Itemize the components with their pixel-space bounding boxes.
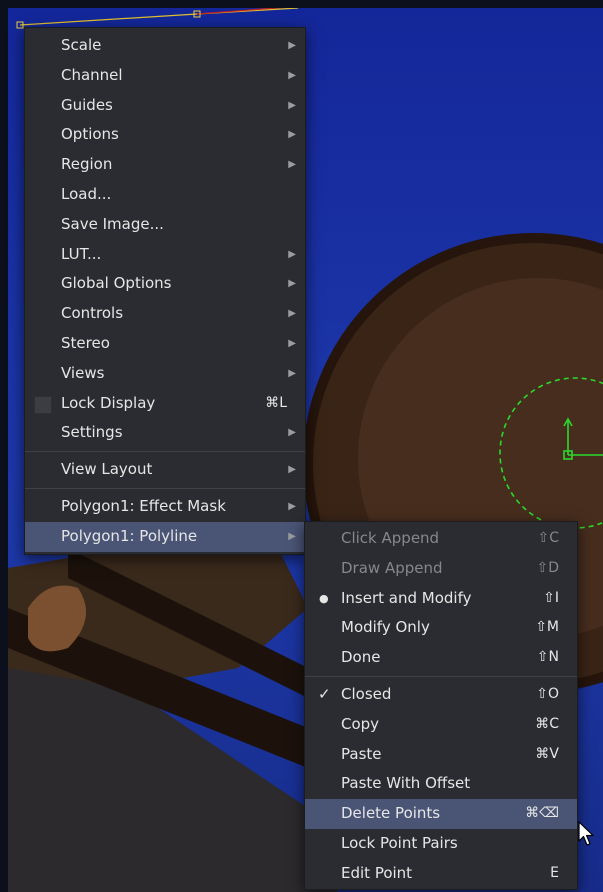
menu-item-label: Scale <box>61 36 102 54</box>
menu-item-label: Global Options <box>61 274 172 293</box>
menu-item-shortcut: ⇧N <box>536 649 559 666</box>
menu-item-shortcut: ⌘V <box>535 745 559 762</box>
menu-item-shortcut: E <box>550 864 559 881</box>
submenu-arrow-icon: ▶ <box>288 40 296 51</box>
submenu-arrow-icon: ▶ <box>288 464 296 476</box>
menu-item-label: Paste With Offset <box>341 774 471 793</box>
menu-item-stereo[interactable]: Stereo ▶ <box>25 329 305 359</box>
submenu-arrow-icon: ▶ <box>288 500 296 512</box>
menu-separator <box>305 675 577 677</box>
submenu-item-copy[interactable]: Copy ⌘C <box>305 710 577 740</box>
menu-item-load[interactable]: Load... <box>25 180 305 210</box>
submenu-item-insert-and-modify[interactable]: ● Insert and Modify ⇧I <box>305 584 577 614</box>
menu-item-label: Save Image... <box>61 214 164 233</box>
menu-item-label: Load... <box>61 184 112 203</box>
menu-item-label: Done <box>341 648 381 667</box>
menu-item-shortcut: ⇧O <box>536 685 559 702</box>
menu-item-label: Copy <box>341 714 380 733</box>
menu-item-options[interactable]: Options ▶ <box>25 120 305 150</box>
polygon-mask-line-red <box>196 8 284 15</box>
menu-item-shortcut: ⇧C <box>537 530 559 546</box>
menu-item-settings[interactable]: Settings ▶ <box>25 418 305 448</box>
menu-item-region[interactable]: Region ▶ <box>25 150 305 180</box>
submenu-arrow-icon: ▶ <box>288 159 296 171</box>
menu-item-label: LUT... <box>61 244 102 263</box>
menu-item-shortcut: ⌘C <box>535 715 559 732</box>
submenu-item-edit-point[interactable]: Edit Point E <box>305 859 577 889</box>
menu-item-label: Delete Points <box>341 804 441 823</box>
menu-item-label: View Layout <box>61 460 153 479</box>
menu-item-label: Polygon1: Polyline <box>61 526 198 545</box>
menu-item-label: Draw Append <box>341 558 443 577</box>
menu-item-label: Lock Point Pairs <box>341 833 458 852</box>
checkmark-icon: ✓ <box>318 684 331 703</box>
mouse-pointer-icon <box>578 821 594 846</box>
menu-item-scale[interactable]: Scale ▶ <box>25 31 305 61</box>
submenu-item-lock-point-pairs[interactable]: Lock Point Pairs <box>305 829 577 859</box>
menu-item-label: Click Append <box>341 529 440 547</box>
menu-item-polygon1-polyline[interactable]: Polygon1: Polyline ▶ <box>25 521 305 552</box>
submenu-arrow-icon: ▶ <box>288 337 296 349</box>
menu-item-global-options[interactable]: Global Options ▶ <box>25 269 305 299</box>
submenu-item-done[interactable]: Done ⇧N <box>305 643 577 673</box>
menu-item-views[interactable]: Views ▶ <box>25 359 305 389</box>
menu-item-label: Options <box>61 125 119 144</box>
menu-item-shortcut: ⌘⌫ <box>525 805 559 822</box>
submenu-arrow-icon: ▶ <box>288 530 296 542</box>
menu-separator <box>25 487 305 489</box>
submenu-arrow-icon: ▶ <box>288 367 296 379</box>
menu-item-lut[interactable]: LUT... ▶ <box>25 240 305 270</box>
submenu-item-modify-only[interactable]: Modify Only ⇧M <box>305 613 577 643</box>
menu-item-label: Views <box>61 363 105 382</box>
context-menu: Scale ▶ Channel ▶ Guides ▶ Options ▶ Region ▶… <box>24 27 306 555</box>
menu-item-label: Stereo <box>61 333 110 352</box>
menu-item-shortcut: ⇧M <box>535 619 559 636</box>
menu-item-label: Guides <box>61 95 113 114</box>
menu-item-polygon1-effect-mask[interactable]: Polygon1: Effect Mask ▶ <box>25 492 305 522</box>
submenu-arrow-icon: ▶ <box>288 278 296 290</box>
menu-item-label: Polygon1: Effect Mask <box>61 496 226 515</box>
menu-item-label: Lock Display <box>61 393 156 412</box>
lock-display-checkbox[interactable] <box>34 395 52 414</box>
submenu-arrow-icon: ▶ <box>288 69 296 81</box>
polygon-mask-line <box>19 8 299 26</box>
menu-item-channel[interactable]: Channel ▶ <box>25 61 305 91</box>
submenu-item-closed[interactable]: ✓ Closed ⇧O <box>305 680 577 710</box>
polyline-submenu: Click Append ⇧C Draw Append ⇧D ● Insert and… <box>304 521 578 890</box>
menu-item-save-image[interactable]: Save Image... <box>25 210 305 240</box>
menu-item-lock-display[interactable]: Lock Display ⌘L <box>25 389 305 419</box>
menu-item-label: Modify Only <box>341 618 430 637</box>
menu-item-label: Region <box>61 155 113 174</box>
menu-item-label: Insert and Modify <box>341 588 472 607</box>
radio-bullet-icon: ● <box>319 591 329 605</box>
menu-item-label: Paste <box>341 744 382 763</box>
submenu-arrow-icon: ▶ <box>288 129 296 141</box>
submenu-item-delete-points[interactable]: Delete Points ⌘⌫ <box>305 799 577 829</box>
menu-item-label: Edit Point <box>341 863 413 882</box>
menu-item-guides[interactable]: Guides ▶ <box>25 91 305 121</box>
submenu-arrow-icon: ▶ <box>288 427 296 439</box>
menu-item-label: Controls <box>61 304 124 323</box>
submenu-item-click-append[interactable]: Click Append ⇧C <box>305 524 577 554</box>
menu-item-shortcut: ⇧D <box>536 559 559 576</box>
submenu-arrow-icon: ▶ <box>288 308 296 320</box>
submenu-arrow-icon: ▶ <box>288 99 296 111</box>
menu-item-controls[interactable]: Controls ▶ <box>25 299 305 329</box>
menu-item-label: Closed <box>341 684 392 703</box>
menu-item-shortcut: ⇧I <box>543 589 559 606</box>
menu-item-shortcut: ⌘L <box>265 394 287 411</box>
menu-separator <box>25 451 305 453</box>
submenu-item-paste[interactable]: Paste ⌘V <box>305 740 577 770</box>
submenu-item-draw-append[interactable]: Draw Append ⇧D <box>305 554 577 584</box>
menu-item-label: Channel <box>61 65 123 84</box>
submenu-arrow-icon: ▶ <box>288 248 296 260</box>
menu-item-view-layout[interactable]: View Layout ▶ <box>25 455 305 485</box>
menu-item-label: Settings <box>61 423 123 442</box>
submenu-item-paste-with-offset[interactable]: Paste With Offset <box>305 769 577 799</box>
